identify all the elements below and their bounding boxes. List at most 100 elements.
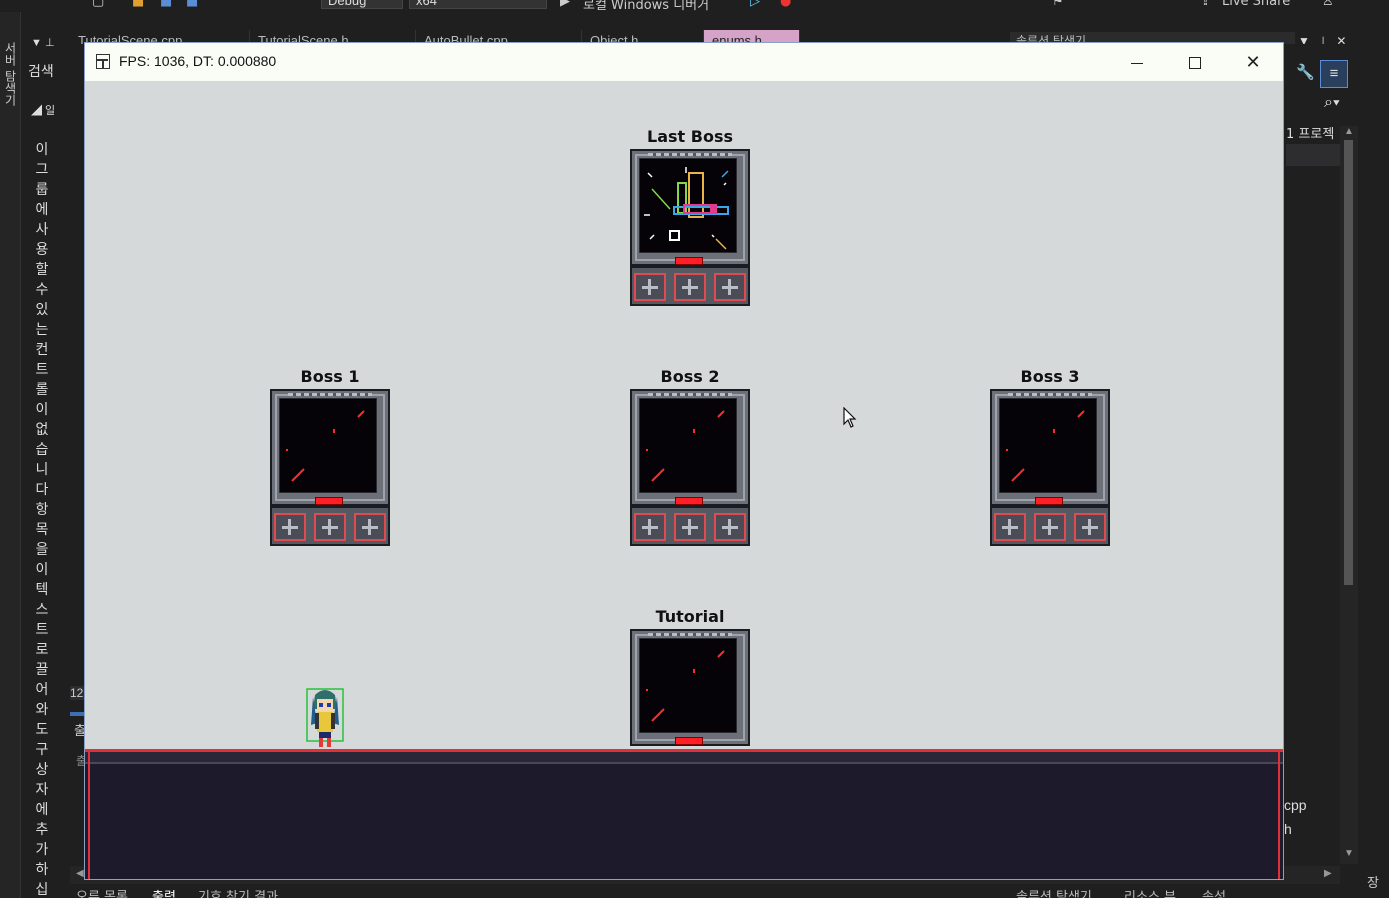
portal-screen (639, 158, 737, 253)
portal-screen (999, 398, 1097, 493)
start-without-debug-icon[interactable]: ▷ (750, 0, 760, 9)
scroll-left-icon[interactable]: ◀ (76, 868, 84, 879)
portal-red-light (675, 257, 703, 265)
vertical-scrollbar[interactable]: ▲ ▼ (1340, 126, 1358, 864)
app-icon (96, 54, 110, 69)
mouse-cursor-icon (843, 407, 857, 428)
ground-edge-right (1278, 752, 1280, 879)
ground-platform (85, 749, 1283, 879)
save-all-icon[interactable]: ■ (186, 0, 198, 9)
wrench-icon[interactable]: 🔧 (1296, 63, 1315, 81)
portal-control-panel (630, 266, 750, 306)
file-h[interactable]: h (1284, 821, 1292, 837)
panel-button-icon (1074, 513, 1106, 541)
panel-button-icon (354, 513, 386, 541)
output-line-number: 12 (70, 686, 84, 700)
portal-boss-3[interactable] (990, 389, 1110, 546)
tab-solution-explorer[interactable]: 솔루션 탐색기 (1016, 886, 1092, 898)
close-button[interactable]: ✕ (1224, 43, 1282, 81)
portal-screen (279, 398, 377, 493)
bottom-tool-tabs: 오류 목록 출력 기호 찾기 결과 솔루션 탐색기 리소스 뷰 속성 (70, 884, 1389, 898)
panel-button-icon (1034, 513, 1066, 541)
toolbox-search-label[interactable]: 검색 (28, 61, 54, 81)
output-indicator (70, 712, 84, 716)
tab-properties[interactable]: 속성 (1202, 886, 1226, 898)
player-character-icon[interactable] (305, 685, 345, 749)
open-folder-icon[interactable]: ■ (132, 0, 144, 9)
live-share-icon[interactable]: ⇪ (1200, 0, 1211, 9)
ide-toolbar: ▢ ■ ■ ■ Debug x64 ▶ 로컬 Windows 디버거 ▷ ● ⚑… (0, 0, 1389, 12)
file-cpp[interactable]: cpp (1284, 797, 1307, 813)
portal-control-panel (990, 506, 1110, 546)
edge-label: 장 (1367, 876, 1379, 891)
starfield-icon (646, 650, 725, 722)
ground-rim (85, 752, 1283, 764)
stage-label-boss-3: Boss 3 (1020, 367, 1080, 386)
last-boss-preview-icon (644, 167, 729, 250)
ground-edge-left (88, 752, 90, 879)
toolbar-icon[interactable]: ▢ (92, 0, 104, 9)
minimize-icon (1131, 62, 1143, 64)
starfield-icon (1006, 410, 1085, 482)
bookmark-icon[interactable]: ⚑ (1052, 0, 1064, 9)
close-icon: ✕ (1245, 52, 1261, 72)
portal-control-panel (630, 506, 750, 546)
toolbox-empty-message: 이그룹에사용할수있는컨트롤이없습니다항목을이텍스트로끌어와도구상자에추가하십시 (35, 142, 49, 898)
starfield-icon (286, 410, 365, 482)
game-scene[interactable]: Last Boss Boss 1 Boss 2 Boss 3 Tutorial (85, 81, 1283, 879)
account-icon[interactable]: ♙ (1322, 0, 1334, 9)
portal-red-light (1035, 497, 1063, 505)
portal-control-panel (270, 506, 390, 546)
portal-red-light (315, 497, 343, 505)
scroll-down-icon[interactable]: ▼ (1344, 848, 1354, 859)
panel-button-icon (714, 513, 746, 541)
game-titlebar[interactable]: FPS: 1036, DT: 0.000880 ✕ (85, 43, 1283, 81)
tab-find-symbol-results[interactable]: 기호 찾기 결과 (198, 886, 278, 898)
config-select[interactable]: Debug (321, 0, 403, 9)
panel-button-icon (314, 513, 346, 541)
panel-button-icon (634, 513, 666, 541)
properties-icon[interactable]: ≡ (1320, 60, 1348, 88)
panel-button-icon (274, 513, 306, 541)
scroll-up-icon[interactable]: ▲ (1344, 126, 1354, 137)
tab-error-list[interactable]: 오류 목록 (76, 886, 128, 898)
portal-screen (639, 398, 737, 493)
portal-screen (639, 638, 737, 733)
maximize-button[interactable] (1166, 43, 1224, 81)
toolbox-dropdown-icon[interactable]: ▼ ⊥ (31, 36, 55, 49)
server-explorer-tab[interactable]: 서버 탐색기 (1, 42, 19, 106)
portal-last-boss[interactable] (630, 149, 750, 306)
search-icon[interactable]: ⌕▾ (1324, 94, 1340, 112)
stop-icon[interactable]: ● (780, 0, 791, 9)
starfield-icon (646, 410, 725, 482)
collapse-triangle-icon[interactable]: ◢ 일 (31, 102, 55, 118)
selected-row[interactable] (1286, 144, 1340, 166)
portal-red-light (675, 497, 703, 505)
scroll-thumb[interactable] (1344, 140, 1353, 585)
stage-label-boss-1: Boss 1 (300, 367, 360, 386)
stage-label-last-boss: Last Boss (647, 127, 733, 146)
maximize-icon (1189, 57, 1201, 70)
panel-button-icon (994, 513, 1026, 541)
run-target-button[interactable]: 로컬 Windows 디버거 (583, 0, 709, 12)
panel-button-icon (634, 273, 666, 301)
window-title: FPS: 1036, DT: 0.000880 (119, 53, 277, 69)
toolbox-panel: ▼ ⊥ 검색 ◢ 일 이그룹에사용할수있는컨트롤이없습니다항목을이텍스트로끌어와… (20, 12, 70, 898)
platform-select[interactable]: x64 (409, 0, 547, 9)
game-window: FPS: 1036, DT: 0.000880 ✕ Last Boss Boss… (84, 42, 1284, 880)
tab-output[interactable]: 출력 (152, 886, 176, 898)
stage-label-boss-2: Boss 2 (660, 367, 720, 386)
tab-resource-view[interactable]: 리소스 뷰 (1124, 886, 1176, 898)
panel-button-icon (674, 273, 706, 301)
live-share-button[interactable]: Live Share (1222, 0, 1290, 9)
play-icon[interactable]: ▶ (560, 0, 570, 9)
panel-button-icon (714, 273, 746, 301)
solution-explorer-panel: 1 프로젝 cpp h (1284, 44, 1389, 898)
portal-boss-2[interactable] (630, 389, 750, 546)
save-icon[interactable]: ■ (160, 0, 172, 9)
scroll-right-icon[interactable]: ▶ (1324, 868, 1332, 879)
panel-button-icon (674, 513, 706, 541)
project-label: 1 프로젝 (1286, 127, 1335, 142)
portal-boss-1[interactable] (270, 389, 390, 546)
minimize-button[interactable] (1108, 43, 1166, 81)
